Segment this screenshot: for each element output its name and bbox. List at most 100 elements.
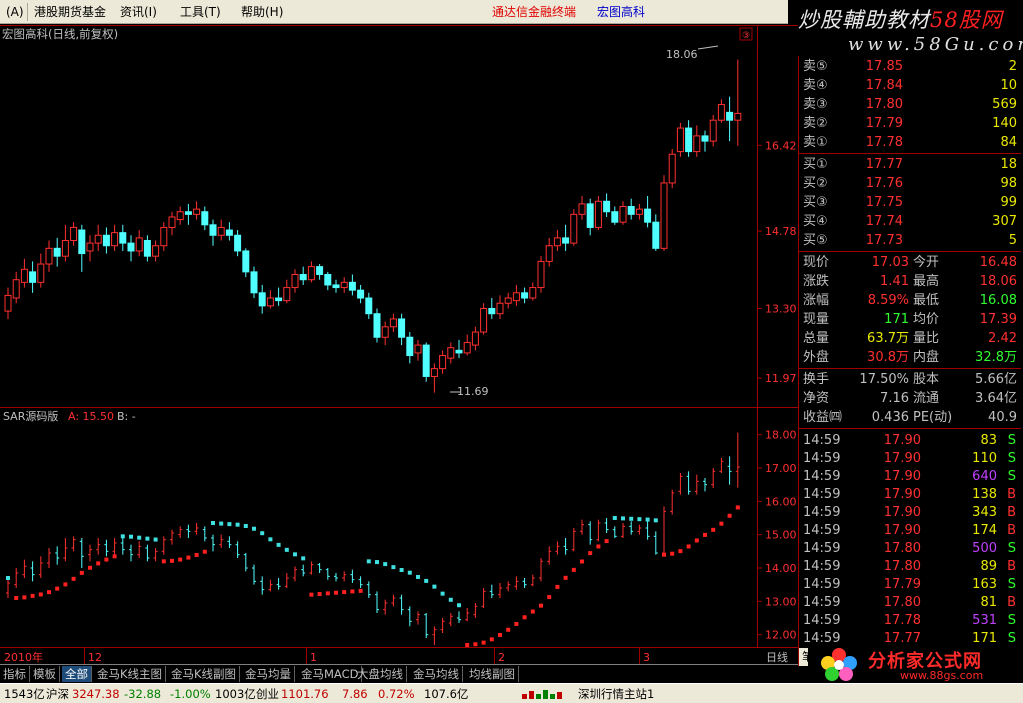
- quote-panel: 卖⑤ 17.85 2 卖④ 17.84 10 卖③ 17.80 569 卖② 17.79 140 卖① 1…: [798, 56, 1023, 666]
- tick-price: 17.79: [883, 577, 921, 592]
- divider: [799, 251, 1021, 252]
- ask-row: 卖⑤ 17.85 2: [799, 57, 1021, 76]
- status-cy-pct: 0.72%: [378, 687, 415, 701]
- watermark-88gs: 分析家公式网 www.88gs.com: [808, 643, 1023, 683]
- sar-dot: [129, 534, 133, 539]
- sar-dot: [383, 562, 388, 567]
- sar-dot: [235, 522, 240, 527]
- sar-dot: [407, 570, 412, 575]
- tick-time: 14:59: [803, 523, 841, 538]
- stat-row: 现量 171 均价 17.39: [799, 310, 1021, 329]
- sar-dot: [621, 516, 625, 521]
- sar-dot: [727, 513, 732, 518]
- indicator-tab[interactable]: 金马MACD: [298, 666, 363, 682]
- sar-axis-label: 14.00: [765, 562, 797, 575]
- tick-price: 17.80: [883, 541, 921, 556]
- stat-row: 现价 17.03 今开 16.48: [799, 253, 1021, 272]
- sar-dot: [14, 596, 19, 600]
- fund-value: 3.64亿: [975, 391, 1017, 406]
- sar-dot: [489, 637, 494, 642]
- indicator-tab[interactable]: 模板: [30, 666, 60, 682]
- sar-dot: [243, 523, 248, 528]
- candle: [594, 196, 602, 231]
- status-cy-change: 7.86: [342, 687, 368, 701]
- indicator-tab[interactable]: 金马均量: [242, 666, 295, 682]
- indicator-tab[interactable]: 全部: [62, 666, 92, 682]
- tick-price: 17.80: [883, 559, 921, 574]
- bid-row: 买① 17.77 18: [799, 155, 1021, 174]
- indicator-tab[interactable]: 金马均线: [410, 666, 463, 682]
- stat-label: 最低: [913, 293, 940, 308]
- sar-dot: [6, 576, 10, 580]
- stat-value: 32.8万: [975, 350, 1017, 365]
- fund-value: 17.50%: [859, 372, 909, 387]
- sar-b-label: B: -: [117, 410, 136, 423]
- stock-name-title: 宏图高科: [597, 5, 646, 19]
- menu-item-news[interactable]: 资讯(I): [120, 4, 157, 20]
- period-label[interactable]: 日线: [766, 650, 788, 664]
- candle: [373, 308, 381, 343]
- indicator-tab[interactable]: 金马K线主图: [94, 666, 167, 682]
- sar-dot: [63, 582, 68, 587]
- sar-dot: [694, 538, 699, 543]
- sar-dot: [334, 590, 338, 595]
- sar-dot: [448, 597, 453, 602]
- indicator-tab[interactable]: 均线副图: [466, 666, 519, 682]
- status-cy-amount: 107.6亿: [424, 687, 469, 701]
- indicator-tab[interactable]: 指标: [0, 666, 30, 682]
- sar-dot: [317, 592, 322, 596]
- ask-price: 17.80: [865, 97, 903, 112]
- bid-label: 买④: [803, 214, 828, 229]
- low-annotation: 11.69: [457, 385, 489, 398]
- menu-item-help[interactable]: 帮助(H): [241, 4, 283, 20]
- bid-label: 买⑤: [803, 233, 828, 248]
- tick-price: 17.80: [883, 595, 921, 610]
- menu-item-a[interactable]: (A): [6, 4, 24, 20]
- stat-label: 最高: [913, 274, 940, 289]
- indicator-tab[interactable]: 金马K线副图: [168, 666, 241, 682]
- tick-row: 14:59 17.78 531 S: [799, 611, 1021, 630]
- sar-dot: [514, 621, 519, 626]
- sar-dot: [88, 565, 92, 570]
- ask-volume: 2: [1008, 59, 1017, 74]
- sar-dot: [571, 567, 576, 572]
- tick-volume: 531: [972, 613, 997, 628]
- tick-price: 17.90: [883, 487, 921, 502]
- tick-side: B: [1007, 595, 1016, 610]
- stat-label: 现价: [803, 255, 830, 270]
- sar-dot: [580, 559, 584, 564]
- tick-row: 14:59 17.90 83 S: [799, 431, 1021, 450]
- sar-axis-label: 12.00: [765, 629, 797, 642]
- indicator-tab[interactable]: 大盘均线: [354, 666, 407, 682]
- tick-row: 14:59 17.90 174 B: [799, 521, 1021, 540]
- fund-value: 40.9: [988, 410, 1017, 425]
- menu-separator: [27, 3, 28, 21]
- menu-item-hk-futures[interactable]: 港股期货基金: [34, 4, 106, 20]
- menu-item-tools[interactable]: 工具(T): [180, 4, 221, 20]
- tick-row: 14:59 17.80 89 B: [799, 557, 1021, 576]
- server-name[interactable]: 深圳行情主站1: [578, 687, 654, 701]
- status-cy-label: 创业: [256, 687, 279, 701]
- date-label-jan: 1: [310, 651, 317, 664]
- app-title: 通达信金融终端: [492, 5, 577, 19]
- ask-volume: 569: [992, 97, 1017, 112]
- ask-row: 卖④ 17.84 10: [799, 76, 1021, 95]
- tick-row: 14:59 17.90 138 B: [799, 485, 1021, 504]
- tick-volume: 343: [972, 505, 997, 520]
- ask-price: 17.78: [865, 135, 903, 150]
- bid-label: 买①: [803, 157, 828, 172]
- bid-volume: 18: [1000, 157, 1017, 172]
- ask-volume: 84: [1000, 135, 1017, 150]
- tick-price: 17.90: [883, 469, 921, 484]
- sar-dot: [498, 632, 502, 637]
- tick-time: 14:59: [803, 613, 841, 628]
- ask-volume: 140: [992, 116, 1017, 131]
- ask-label: 卖①: [803, 135, 828, 150]
- sar-dot: [268, 537, 273, 542]
- watermark-bottom-url: www.88gs.com: [900, 669, 984, 682]
- chart-area[interactable]: 宏图高科(日线,前复权) ③ 16.42 14.78 13.30 11.97 18.0…: [0, 25, 798, 665]
- fundamental-row: 换手 17.50% 股本 5.66亿: [799, 370, 1021, 389]
- divider: [799, 153, 1021, 154]
- kline-chart[interactable]: 宏图高科(日线,前复权) ③ 16.42 14.78 13.30 11.97 18.0…: [0, 25, 798, 665]
- status-bar: 1543亿 沪深 3247.38 -32.88 -1.00% 1003亿 创业 …: [0, 683, 1023, 703]
